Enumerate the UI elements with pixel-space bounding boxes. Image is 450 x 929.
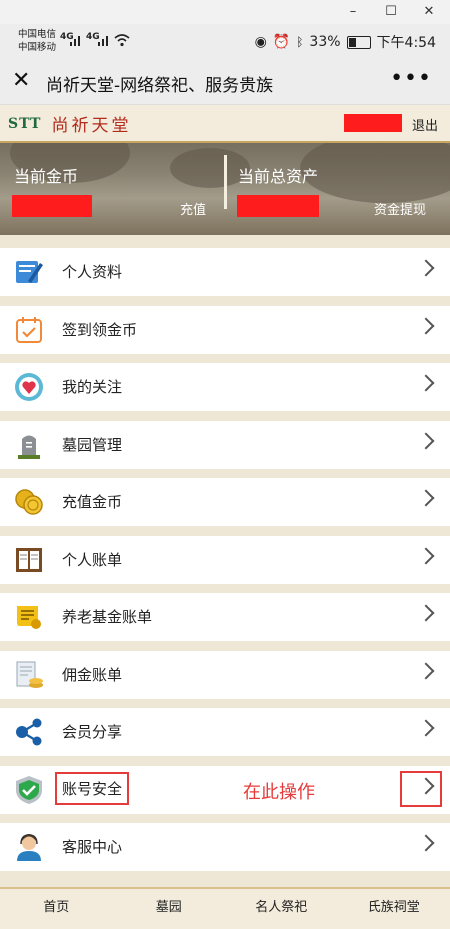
site-header: STT 尚祈天堂 退出 — [0, 105, 450, 143]
support-agent-icon — [14, 832, 44, 862]
menu-item-label: 个人账单 — [62, 549, 122, 570]
menu-item-follow[interactable]: 我的关注 — [0, 363, 450, 411]
chevron-right-icon — [418, 260, 435, 277]
carrier-2: 中国移动 — [18, 41, 56, 54]
bottom-nav: 首页 墓园 名人祭祀 氏族祠堂 — [0, 887, 450, 929]
ledger-book-icon — [14, 545, 44, 575]
alarm-icon: ⏰ — [273, 34, 290, 50]
carrier-1: 中国电信 — [18, 28, 56, 41]
menu-item-label: 我的关注 — [62, 376, 122, 397]
menu-item-personal-bill[interactable]: 个人账单 — [0, 536, 450, 584]
menu-item-label: 墓园管理 — [62, 434, 122, 455]
chevron-right-icon — [418, 605, 435, 622]
signal-icon — [98, 34, 112, 46]
menu-item-label: 客服中心 — [62, 836, 122, 857]
clock: 下午4:54 — [377, 32, 436, 52]
redacted-username — [344, 114, 402, 132]
redacted-coins-value — [12, 195, 92, 217]
recharge-link[interactable]: 充值 — [180, 199, 206, 218]
profile-pen-icon — [14, 257, 44, 287]
tombstone-icon — [14, 430, 44, 460]
heart-icon — [14, 372, 44, 402]
maximize-icon[interactable]: ☐ — [376, 2, 406, 22]
chevron-right-icon — [418, 432, 435, 449]
status-right: ◉ ⏰ ᛒ 33% 下午4:54 — [255, 32, 436, 52]
app-bar: ✕ 尚祈天堂-网络祭祀、服务贵族 ••• — [0, 60, 450, 105]
coins-icon — [14, 487, 44, 517]
site-logo[interactable]: STT 尚祈天堂 — [8, 111, 131, 136]
tree-decoration — [300, 143, 450, 203]
window-title-bar: – ☐ ✕ — [0, 0, 450, 24]
menu-item-support[interactable]: 客服中心 — [0, 823, 450, 871]
menu-item-commission-bill[interactable]: 佣金账单 — [0, 651, 450, 699]
assets-label: 当前总资产 — [238, 163, 318, 187]
tab-cemetery[interactable]: 墓园 — [113, 889, 226, 929]
account-banner: 当前金币 充值 当前总资产 资金提现 — [0, 143, 450, 235]
chevron-right-icon — [418, 490, 435, 507]
close-icon[interactable]: ✕ — [12, 68, 30, 93]
share-icon — [14, 717, 44, 747]
certificate-icon — [14, 602, 44, 632]
logo-brand: STT — [8, 116, 41, 132]
menu-item-label: 账号安全 — [57, 774, 127, 803]
status-bar: 中国电信 中国移动 4G 4G ◉ ⏰ ᛒ 33% 下午4:54 — [0, 24, 450, 60]
page-title: 尚祈天堂-网络祭祀、服务贵族 — [46, 71, 273, 96]
document-coins-icon — [14, 660, 44, 690]
tab-clan-ancestral-hall[interactable]: 氏族祠堂 — [338, 889, 450, 929]
chevron-right-icon — [418, 835, 435, 852]
annotation-note: 在此操作 — [243, 778, 315, 804]
wifi-icon — [114, 33, 130, 47]
menu-item-label: 签到领金币 — [62, 319, 137, 340]
menu-item-account-security[interactable]: 账号安全 在此操作 — [0, 766, 450, 814]
menu-item-recharge[interactable]: 充值金币 — [0, 478, 450, 526]
menu-item-cemetery[interactable]: 墓园管理 — [0, 421, 450, 469]
battery-percent: 33% — [309, 34, 340, 50]
menu-item-checkin[interactable]: 签到领金币 — [0, 306, 450, 354]
tab-celebrity-memorial[interactable]: 名人祭祀 — [225, 889, 338, 929]
calendar-check-icon — [14, 315, 44, 345]
battery-icon — [347, 36, 371, 49]
menu-item-label: 佣金账单 — [62, 664, 122, 685]
more-icon[interactable]: ••• — [390, 66, 432, 91]
chevron-right-icon — [418, 720, 435, 737]
minimize-icon[interactable]: – — [338, 2, 368, 22]
menu-item-label: 充值金币 — [62, 491, 122, 512]
menu-item-label: 养老基金账单 — [62, 606, 152, 627]
coins-label: 当前金币 — [14, 163, 78, 187]
eye-icon: ◉ — [255, 34, 267, 50]
menu-item-share[interactable]: 会员分享 — [0, 708, 450, 756]
bluetooth-icon: ᛒ — [296, 35, 303, 49]
menu-item-profile[interactable]: 个人资料 — [0, 248, 450, 296]
shield-check-icon — [14, 775, 44, 805]
withdraw-link[interactable]: 资金提现 — [374, 199, 426, 218]
menu-item-label: 会员分享 — [62, 721, 122, 742]
logo-name: 尚祈天堂 — [51, 111, 131, 136]
tab-home[interactable]: 首页 — [0, 889, 113, 929]
chevron-right-icon — [418, 317, 435, 334]
redacted-assets-value — [237, 195, 319, 217]
signal-icon — [70, 34, 84, 46]
chevron-right-icon — [418, 662, 435, 679]
logout-link[interactable]: 退出 — [412, 115, 438, 134]
chevron-right-icon — [418, 547, 435, 564]
banner-divider — [224, 155, 227, 209]
account-menu: 个人资料 签到领金币 我的关注 墓园管理 充值金币 — [0, 248, 450, 881]
menu-item-pension-bill[interactable]: 养老基金账单 — [0, 593, 450, 641]
chevron-right-icon — [418, 375, 435, 392]
carrier-info: 中国电信 中国移动 — [18, 28, 56, 54]
menu-item-label: 个人资料 — [62, 261, 122, 282]
close-window-icon[interactable]: ✕ — [414, 2, 444, 22]
